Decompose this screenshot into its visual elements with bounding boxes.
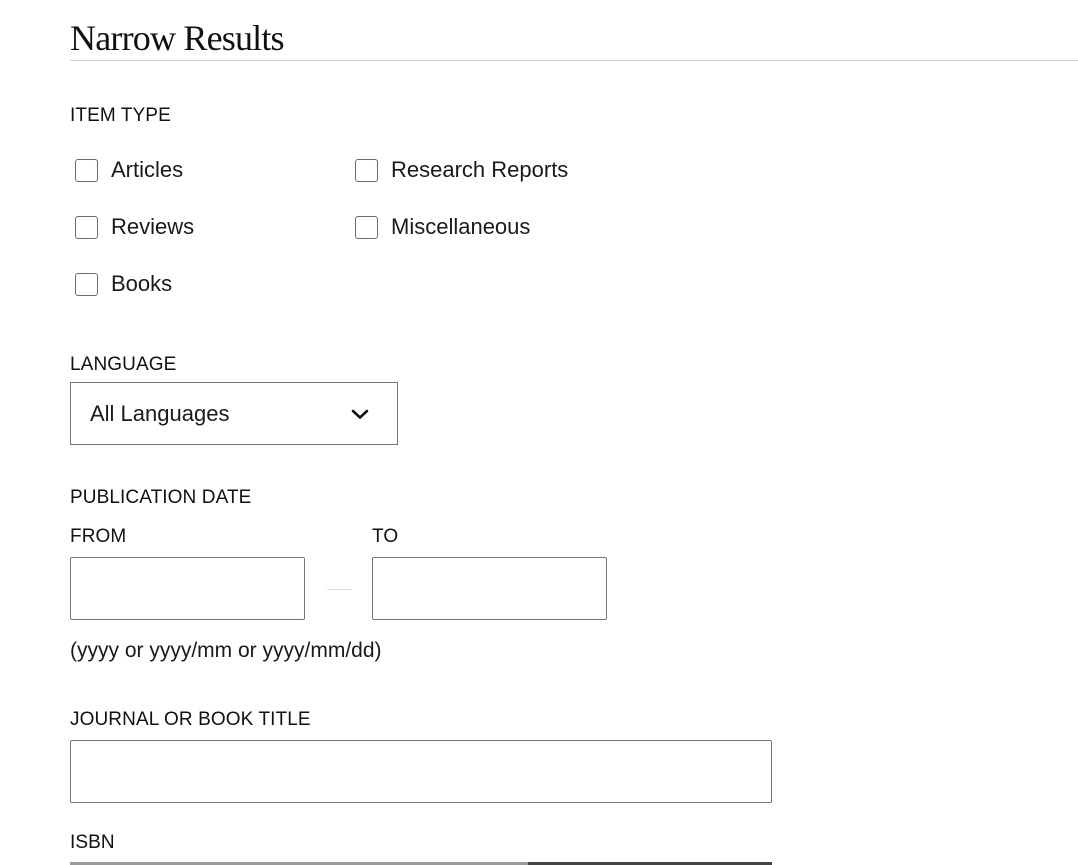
journal-title-input[interactable] — [70, 740, 772, 803]
item-type-label: ITEM TYPE — [70, 105, 171, 126]
checkbox-label-research-reports: Research Reports — [391, 157, 569, 182]
language-select[interactable]: All Languages — [70, 382, 398, 445]
checkbox-box[interactable] — [355, 215, 378, 239]
checkbox-box[interactable] — [75, 158, 98, 182]
language-label: LANGUAGE — [70, 354, 177, 375]
isbn-label: ISBN — [70, 832, 115, 853]
checkbox-miscellaneous[interactable]: Miscellaneous — [355, 212, 530, 242]
checkbox-label-reviews: Reviews — [111, 214, 195, 239]
date-from-input[interactable] — [70, 557, 305, 620]
to-label: TO — [372, 526, 399, 547]
from-label: FROM — [70, 526, 127, 547]
date-format-hint: (yyyy or yyyy/mm or yyyy/mm/dd) — [70, 639, 382, 662]
checkbox-articles[interactable]: Articles — [75, 155, 183, 185]
checkbox-research-reports[interactable]: Research Reports — [355, 155, 568, 185]
checkbox-label-books: Books — [111, 271, 173, 296]
language-select-value: All Languages — [90, 400, 230, 426]
date-to-input[interactable] — [372, 557, 607, 620]
checkbox-books[interactable]: Books — [75, 269, 172, 299]
checkbox-label-miscellaneous: Miscellaneous — [391, 214, 531, 239]
date-range-dash — [327, 589, 351, 590]
panel-title: Narrow Results — [70, 18, 285, 58]
journal-title-label: JOURNAL OR BOOK TITLE — [70, 709, 311, 730]
checkbox-reviews[interactable]: Reviews — [75, 212, 194, 242]
narrow-results-panel: Narrow Results ITEM TYPE Articles Resear… — [0, 0, 1078, 865]
checkbox-box[interactable] — [75, 272, 98, 296]
checkbox-box[interactable] — [355, 158, 378, 182]
title-divider — [70, 60, 1078, 61]
publication-date-label: PUBLICATION DATE — [70, 487, 252, 508]
checkbox-label-articles: Articles — [111, 157, 184, 182]
chevron-down-icon — [351, 408, 369, 420]
checkbox-box[interactable] — [75, 215, 98, 239]
